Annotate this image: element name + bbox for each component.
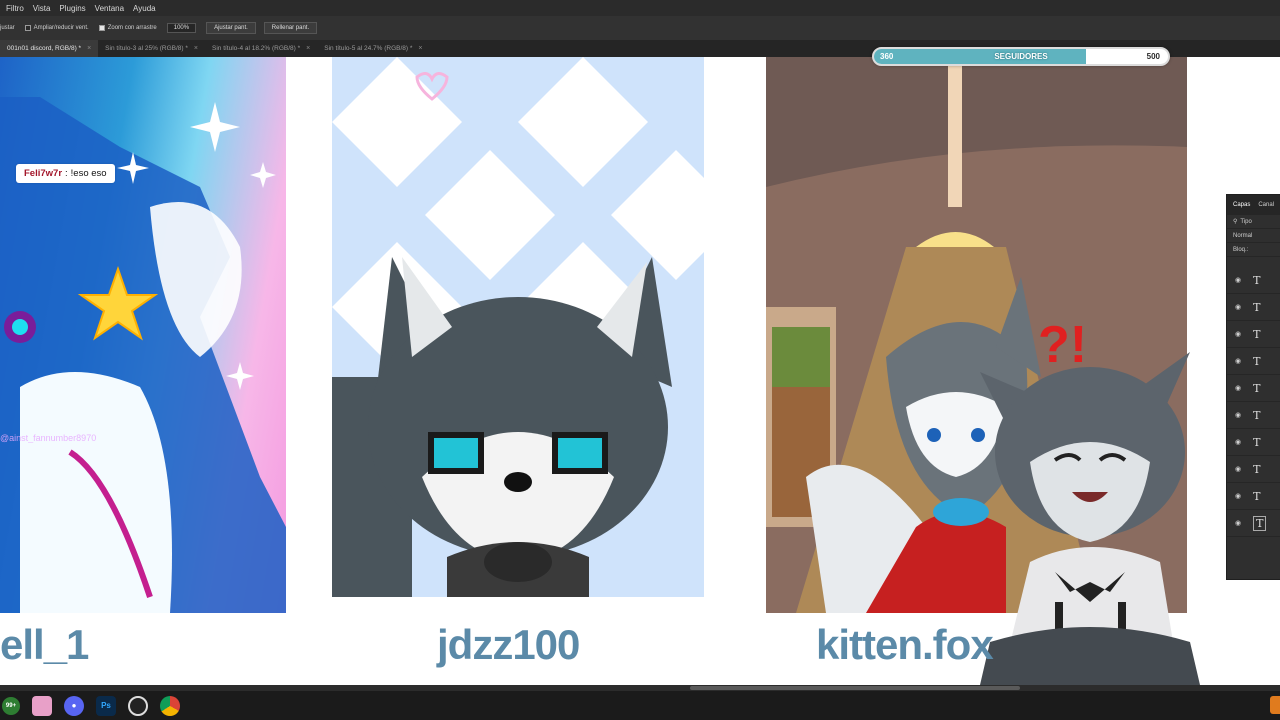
fill-screen-button[interactable]: Rellenar pant. [263, 22, 318, 34]
eye-icon[interactable]: ◉ [1235, 519, 1241, 527]
text-layer-icon: T [1253, 381, 1261, 395]
menu-item-plugins[interactable]: Plugins [59, 4, 85, 13]
text-layer-icon: T [1253, 515, 1267, 531]
layer-row[interactable]: ◉ T [1227, 348, 1280, 375]
layers-panel: Capas Canal ⚲ Tipo Normal Bloq.: ◉ T ◉ T ◉ T ◉… [1226, 194, 1280, 580]
tab-sin-titulo-3[interactable]: Sin título-3 al 25% (RGB/8) * × [98, 40, 205, 57]
eye-icon[interactable]: ◉ [1235, 492, 1241, 500]
eye-icon[interactable]: ◉ [1235, 357, 1241, 365]
chrome-icon[interactable] [160, 695, 180, 716]
layers-panel-tabs: Capas Canal [1227, 195, 1280, 215]
layer-row[interactable]: ◉ T [1227, 402, 1280, 429]
tab-canales[interactable]: Canal [1258, 202, 1274, 208]
close-icon[interactable]: × [87, 45, 91, 52]
text-layer-icon: T [1253, 354, 1261, 368]
layer-row[interactable]: ◉ T [1227, 294, 1280, 321]
tab-discord-doc[interactable]: 001n01 discord, RGB/8) * × [0, 40, 99, 57]
photoshop-icon[interactable]: Ps [96, 695, 116, 716]
layer-row[interactable]: ◉ T [1227, 456, 1280, 483]
scrubby-zoom-label: Zoom con arrastre [107, 25, 157, 31]
options-bar: justar Ampliar/reducir vent. Zoom con ar… [0, 16, 1280, 40]
eye-icon[interactable]: ◉ [1235, 330, 1241, 338]
layer-filter-label: Tipo [1240, 218, 1252, 225]
text-layer-icon: T [1253, 462, 1261, 476]
menu-item-vista[interactable]: Vista [33, 4, 51, 13]
layer-row[interactable]: ◉ T [1227, 375, 1280, 402]
close-icon[interactable]: × [418, 45, 422, 52]
resize-window-option[interactable]: Ampliar/reducir vent. [24, 25, 89, 31]
menu-item-ayuda[interactable]: Ayuda [133, 4, 156, 13]
eye-icon[interactable]: ◉ [1235, 411, 1241, 419]
text-layer-icon: T [1253, 408, 1261, 422]
follower-goal-bar: 360 SEGUIDORES 500 [872, 47, 1170, 66]
resize-window-checkbox[interactable] [24, 25, 31, 31]
system-tray-icon[interactable] [1270, 696, 1280, 714]
layer-row[interactable]: ◉ T [1227, 483, 1280, 510]
eye-icon[interactable]: ◉ [1235, 438, 1241, 446]
text-layer-icon: T [1253, 435, 1261, 449]
menu-bar: Filtro Vista Plugins Ventana Ayuda [0, 0, 1280, 16]
follower-max: 500 [1146, 52, 1160, 61]
blend-mode-select[interactable]: Normal [1227, 229, 1280, 243]
artist-name-2: jdzz100 [437, 621, 580, 668]
artist-name-3: kitten.fox [816, 621, 994, 668]
discord-icon[interactable]: ● [64, 695, 84, 716]
tab-label: Sin título-3 al 25% (RGB/8) * [105, 45, 188, 52]
resize-window-label: Ampliar/reducir vent. [33, 25, 89, 31]
chat-text: !eso eso [70, 168, 107, 179]
document-canvas[interactable]: @ainst_fannumber8970 ?! ell_1 jdzz100 ki… [0, 57, 1280, 685]
eye-icon[interactable]: ◉ [1235, 303, 1241, 311]
menu-item-ventana[interactable]: Ventana [95, 4, 124, 13]
fit-screen-button[interactable]: Ajustar pant. [206, 22, 256, 34]
layer-row[interactable]: ◉ T [1227, 321, 1280, 348]
blend-mode-value: Normal [1233, 232, 1253, 239]
text-layer-icon: T [1253, 489, 1261, 503]
fit-option[interactable]: justar [0, 25, 15, 31]
notification-badge-icon[interactable]: 99+ [2, 696, 20, 715]
tab-sin-titulo-4[interactable]: Sin título-4 al 18.2% (RGB/8) * × [205, 40, 318, 57]
obs-icon[interactable] [128, 695, 148, 716]
zoom-percent-button[interactable]: 100% [166, 23, 197, 33]
text-layer-icon: T [1253, 300, 1261, 314]
close-icon[interactable]: × [194, 45, 198, 52]
scrubby-zoom-option[interactable]: Zoom con arrastre [98, 25, 157, 31]
scrollbar-thumb[interactable] [690, 686, 1020, 690]
pinned-app-icon[interactable] [32, 695, 52, 716]
chat-username: Feli7w7r [24, 168, 63, 179]
eye-icon[interactable]: ◉ [1235, 276, 1241, 284]
watermark-text: @ainst_fannumber8970 [0, 433, 96, 443]
eye-icon[interactable]: ◉ [1235, 384, 1241, 392]
chat-message: Feli7w7r : !eso eso [16, 164, 115, 183]
menu-item-filtro[interactable]: Filtro [6, 4, 24, 13]
chat-separator: : [65, 168, 68, 179]
text-layer-icon: T [1253, 327, 1261, 341]
close-icon[interactable]: × [306, 45, 310, 52]
lock-label: Bloq.: [1233, 246, 1249, 253]
taskbar: 99+ ● Ps [0, 691, 1280, 720]
artwork-card-1: @ainst_fannumber8970 [0, 57, 286, 613]
anime-character-artwork: @ainst_fannumber8970 [0, 97, 286, 613]
tab-sin-titulo-5[interactable]: Sin título-5 al 24.7% (RGB/8) * × [317, 40, 430, 57]
artist-name-1: ell_1 [0, 621, 89, 668]
layer-list: ◉ T ◉ T ◉ T ◉ T ◉ T ◉ T ◉ T ◉ T ◉ T ◉ T [1227, 267, 1280, 537]
follower-title: SEGUIDORES [994, 52, 1048, 61]
layer-row[interactable]: ◉ T [1227, 267, 1280, 294]
lock-row: Bloq.: [1227, 243, 1280, 257]
layer-row[interactable]: ◉ T [1227, 510, 1280, 537]
text-layer-icon: T [1253, 273, 1261, 287]
app-window: Filtro Vista Plugins Ventana Ayuda justa… [0, 0, 1280, 720]
scrubby-zoom-checkbox[interactable] [98, 25, 105, 31]
artwork-card-2 [332, 57, 704, 613]
vtuber-avatar [980, 352, 1200, 685]
eye-icon[interactable]: ◉ [1235, 465, 1241, 473]
fit-label: justar [0, 25, 15, 31]
layer-filter[interactable]: ⚲ Tipo [1227, 215, 1280, 229]
tab-label: Sin título-4 al 18.2% (RGB/8) * [212, 45, 301, 52]
tab-label: Sin título-5 al 24.7% (RGB/8) * [324, 45, 413, 52]
tab-capas[interactable]: Capas [1233, 202, 1250, 208]
layer-row[interactable]: ◉ T [1227, 429, 1280, 456]
pixel-wolf-artwork [332, 57, 704, 613]
search-icon: ⚲ [1233, 219, 1238, 225]
tab-label: 001n01 discord, RGB/8) * [7, 45, 82, 52]
